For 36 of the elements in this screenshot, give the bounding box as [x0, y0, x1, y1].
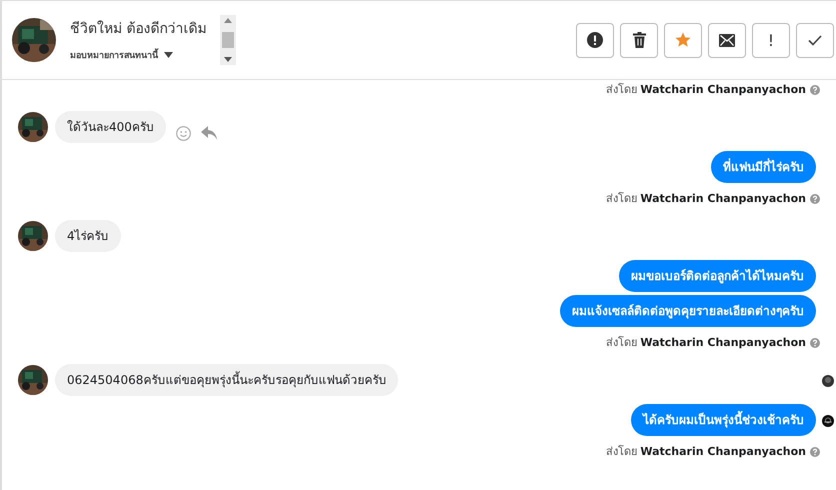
bang-button[interactable]: !: [752, 22, 790, 58]
star-icon: [675, 32, 691, 48]
message-bubble: ใด้วันละ400ครับ: [55, 111, 166, 143]
help-icon[interactable]: [810, 446, 820, 456]
help-icon[interactable]: [810, 338, 820, 348]
sender-label: ส่งโดย Watcharin Chanpanyachon: [606, 82, 806, 97]
scroll-down-icon[interactable]: [224, 57, 232, 62]
mail-icon: [719, 34, 735, 46]
message-bubble: ได้ครับผมเป็นพรุ่งนี้ช่วงเช้าครับ: [631, 404, 816, 436]
star-button[interactable]: [664, 22, 702, 58]
help-icon[interactable]: [810, 194, 820, 204]
sender-label: ส่งโดย Watcharin Chanpanyachon: [606, 444, 806, 459]
read-receipt-avatar: [822, 415, 834, 427]
message-bubble: 4ไร่ครับ: [55, 220, 121, 252]
check-icon: [808, 34, 822, 46]
alert-icon: [587, 32, 603, 48]
sender-label: ส่งโดย Watcharin Chanpanyachon: [606, 335, 806, 350]
check-button[interactable]: [796, 22, 834, 58]
alert-button[interactable]: [576, 22, 614, 58]
sender-label: ส่งโดย Watcharin Chanpanyachon: [606, 191, 806, 206]
message-bubble: 0624504068ครับแต่ขอคุยพรุ่งนี้นะครับรอคุยกับแฟนด้วยครับ: [55, 364, 398, 396]
message-bubble: ผมแจ้งเซลล์ติดต่อพูดคุยรายละเอียดต่างๆครับ: [560, 295, 816, 327]
scrollbar[interactable]: [220, 15, 236, 65]
conversation-title: ชีวิตใหม่ ต้องดีกว่าเดิม: [70, 20, 206, 39]
read-receipt-avatar: [822, 375, 834, 387]
caret-icon: [164, 52, 173, 58]
scroll-up-icon[interactable]: [224, 18, 232, 23]
smiley-icon[interactable]: [176, 126, 191, 140]
help-icon[interactable]: [810, 84, 820, 94]
trash-button[interactable]: [620, 22, 658, 58]
trash-icon: [632, 32, 646, 48]
message-bubble: ที่แฟนมีกี่ไร่ครับ: [711, 151, 816, 183]
message-bubble: ผมขอเบอร์ติดต่อลูกค้าได้ไหมครับ: [619, 260, 816, 292]
assign-dropdown[interactable]: มอบหมายการสนทนานี้: [70, 48, 206, 62]
mail-button[interactable]: [708, 22, 746, 58]
reply-icon[interactable]: [200, 126, 217, 140]
